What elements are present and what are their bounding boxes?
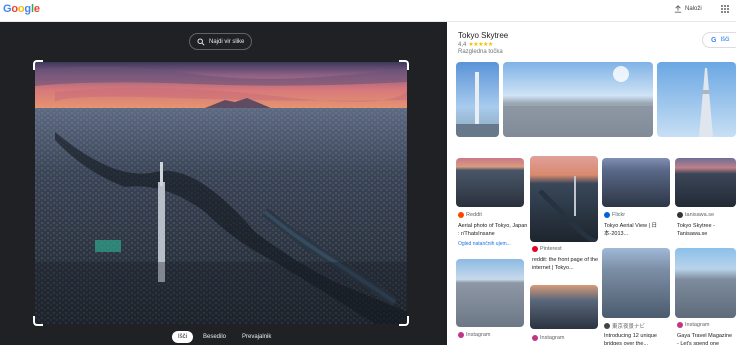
tab-translate[interactable]: Prevajalnik — [236, 331, 277, 343]
instagram-icon — [458, 332, 464, 338]
result-source-label: Instagram — [685, 322, 710, 328]
result-source-label: 東京夜景ナビ — [612, 324, 646, 330]
star-rating-icon: ★★★★★ — [468, 42, 493, 48]
result-image-7[interactable] — [456, 259, 524, 327]
selected-photo[interactable] — [33, 60, 409, 326]
kp-category: Razgledna točka — [458, 49, 503, 55]
crop-handle-bottom-left[interactable] — [33, 316, 43, 326]
site-icon — [604, 323, 610, 329]
reddit-icon — [458, 212, 464, 218]
flickr-icon — [604, 212, 610, 218]
lens-mode-tabs: Išči Besedilo Prevajalnik — [172, 331, 277, 343]
result-source-label: Pinterest — [540, 246, 562, 252]
crop-handle-top-right[interactable] — [399, 60, 409, 70]
result-title-3[interactable]: Tokyo Aerial View | 日本-2013... — [604, 222, 674, 238]
upload-icon — [674, 5, 682, 13]
instagram-icon — [677, 322, 683, 328]
result-source-label: Instagram — [466, 332, 491, 338]
result-title-5[interactable]: Introducing 12 unique bridges over the..… — [604, 332, 674, 345]
result-source-6[interactable]: Instagram — [677, 322, 709, 328]
upload-label: Naloži — [685, 6, 702, 12]
instagram-icon — [532, 335, 538, 341]
kp-search-button[interactable]: G Išči — [702, 32, 736, 48]
result-source-label: Flickr — [612, 212, 626, 218]
crop-handle-bottom-right[interactable] — [399, 316, 409, 326]
result-source-2[interactable]: Pinterest — [532, 246, 562, 252]
exact-matches-link[interactable]: Ogled natančnih ujem... — [458, 241, 511, 247]
result-image-3[interactable] — [602, 158, 670, 207]
crop-handle-top-left[interactable] — [33, 60, 43, 70]
result-image-4[interactable] — [675, 158, 736, 207]
result-source-8[interactable]: Instagram — [532, 335, 564, 341]
result-image-8[interactable] — [530, 285, 598, 329]
find-image-source-label: Najdi vir slike — [209, 38, 245, 45]
upload-button[interactable]: Naloži — [674, 5, 702, 13]
result-title-4[interactable]: Tokyo Skytree - Tanisawa.se — [677, 222, 735, 238]
apps-grid-icon[interactable] — [721, 5, 729, 13]
result-source-label: Instagram — [540, 335, 565, 341]
kp-image-3[interactable] — [657, 62, 736, 137]
result-title-2[interactable]: reddit: the front page of the internet |… — [532, 256, 602, 272]
pinterest-icon — [532, 246, 538, 252]
results-pane: Tokyo Skytree 4,4 ★★★★★ Razgledna točka … — [447, 22, 736, 345]
kp-search-label: Išči — [720, 37, 730, 43]
top-bar: Google Naloži — [0, 0, 736, 22]
result-title-1[interactable]: Aerial photo of Tokyo, Japan : r/ThatsIn… — [458, 222, 528, 238]
kp-title[interactable]: Tokyo Skytree — [458, 31, 508, 40]
kp-image-2[interactable] — [503, 62, 653, 137]
lens-search-icon — [197, 37, 205, 46]
google-g-icon: G — [711, 36, 717, 44]
result-image-5[interactable] — [602, 248, 670, 318]
result-source-3[interactable]: Flickr — [604, 212, 625, 218]
result-image-1[interactable] — [456, 158, 524, 207]
result-source-label: tanisawa.se — [685, 212, 715, 218]
tokyo-aerial-photo — [35, 62, 407, 324]
kp-rating: 4,4 ★★★★★ — [458, 41, 493, 49]
kp-rating-value: 4,4 — [458, 41, 467, 48]
result-source-7[interactable]: Instagram — [458, 332, 490, 338]
result-image-6[interactable] — [675, 248, 736, 318]
tab-search[interactable]: Išči — [172, 331, 193, 343]
google-logo[interactable]: Google — [3, 3, 40, 15]
kp-image-1[interactable] — [456, 62, 499, 137]
logo-letter: e — [33, 3, 40, 15]
city-panorama-thumb — [503, 66, 653, 137]
skytree-thumb — [456, 72, 499, 137]
result-source-5[interactable]: 東京夜景ナビ — [604, 322, 645, 330]
river-thumb — [538, 176, 598, 242]
find-image-source-button[interactable]: Najdi vir slike — [189, 33, 253, 50]
result-source-4[interactable]: tanisawa.se — [677, 212, 714, 218]
skytree-closeup-thumb — [699, 68, 713, 137]
result-title-6[interactable]: Gaya Travel Magazine - Let's spend one w… — [677, 332, 735, 345]
result-source-label: Reddit — [466, 212, 482, 218]
tab-text[interactable]: Besedilo — [197, 331, 232, 343]
result-image-2[interactable] — [530, 156, 598, 242]
result-source-1[interactable]: Reddit — [458, 212, 482, 218]
site-icon — [677, 212, 683, 218]
